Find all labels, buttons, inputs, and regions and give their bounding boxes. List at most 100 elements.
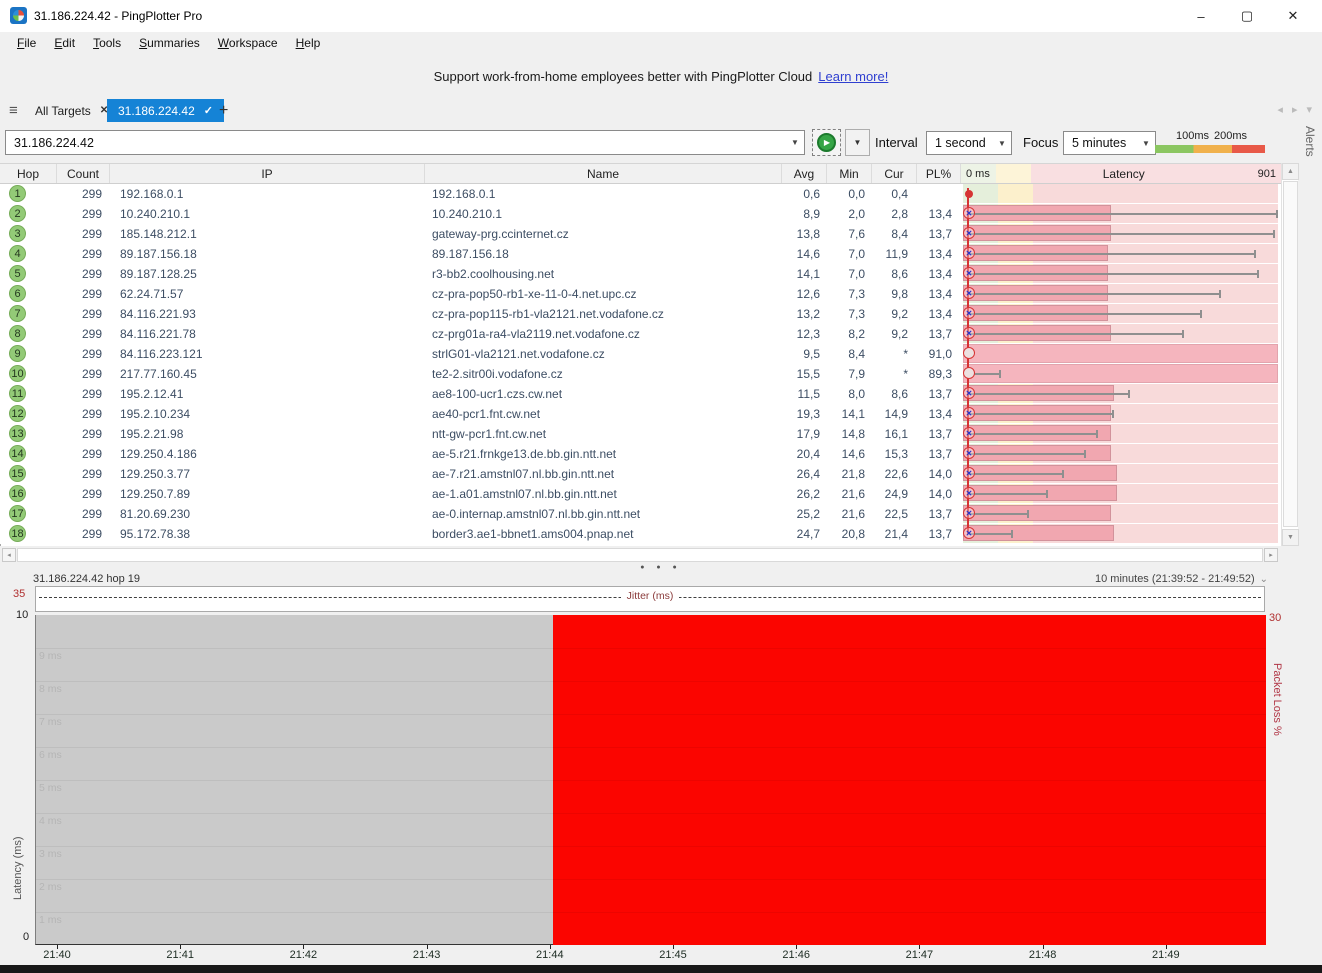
table-row[interactable]: 229910.240.210.110.240.210.18,92,02,813,… xyxy=(0,204,1298,224)
cell-pl: 13,7 xyxy=(902,227,952,241)
interval-value: 1 second xyxy=(927,136,993,150)
hop-badge: 13 xyxy=(9,425,26,442)
column-header-ip[interactable]: IP xyxy=(110,164,425,183)
table-row[interactable]: 10299217.77.160.45te2-2.sitr00i.vodafone… xyxy=(0,364,1298,384)
tab-target-active[interactable]: 31.186.224.42 ✓ xyxy=(107,99,224,122)
cell-pl: 14,0 xyxy=(902,487,952,501)
column-header-min[interactable]: Min xyxy=(827,164,872,183)
table-row[interactable]: 13299195.2.21.98ntt-gw-pcr1.fnt.cw.net17… xyxy=(0,424,1298,444)
latency-graph-cell: ✕ xyxy=(963,404,1278,423)
table-row[interactable]: 529989.187.128.25r3-bb2.coolhousing.net1… xyxy=(0,264,1298,284)
scroll-right-icon[interactable]: ▸ xyxy=(1264,548,1278,562)
toolbar: 31.186.224.42 ▼ ▶ ▼ Interval 1 second ▼ … xyxy=(0,122,1322,163)
menu-item-help[interactable]: Help xyxy=(287,36,330,50)
table-row[interactable]: 629962.24.71.57cz-pra-pop50-rb1-xe-11-0-… xyxy=(0,284,1298,304)
cell-ip: 95.172.78.38 xyxy=(120,527,190,541)
menu-item-file[interactable]: File xyxy=(8,36,45,50)
cell-ip: 10.240.210.1 xyxy=(120,207,190,221)
vertical-scrollbar-thumb[interactable] xyxy=(1283,181,1298,527)
latency-whisker xyxy=(969,253,1256,255)
cell-ip: 129.250.7.89 xyxy=(120,487,190,501)
table-row[interactable]: 3299185.148.212.1gateway-prg.ccinternet.… xyxy=(0,224,1298,244)
minimize-button[interactable]: – xyxy=(1178,0,1224,32)
column-header-count[interactable]: Count xyxy=(57,164,110,183)
latency-timeline-plot[interactable]: 9 ms8 ms7 ms6 ms5 ms4 ms3 ms2 ms1 ms xyxy=(35,615,1265,945)
column-header-cur[interactable]: Cur xyxy=(872,164,917,183)
latency-range-bar xyxy=(963,344,1278,363)
latency-whisker xyxy=(969,313,1202,315)
table-row[interactable]: 929984.116.223.121strlG01-vla2121.net.vo… xyxy=(0,344,1298,364)
maximize-button[interactable]: ▢ xyxy=(1224,0,1270,32)
table-row[interactable]: 1829995.172.78.38border3.ae1-bbnet1.ams0… xyxy=(0,524,1298,544)
hamburger-icon[interactable]: ≡ xyxy=(9,102,18,119)
timegraph-range-label: 10 minutes (21:39:52 - 21:49:52) xyxy=(1095,573,1255,585)
start-trace-button[interactable]: ▶ xyxy=(812,129,841,156)
latency-whisker-end-tick xyxy=(1046,490,1048,498)
column-header-latency[interactable]: 0 ms Latency 901 xyxy=(961,164,1281,183)
cell-avg: 0,6 xyxy=(770,187,820,201)
menu-item-workspace[interactable]: Workspace xyxy=(209,36,287,50)
table-row[interactable]: 15299129.250.3.77ae-7.r21.amstnl07.nl.bb… xyxy=(0,464,1298,484)
hop-badge: 17 xyxy=(9,505,26,522)
close-button[interactable]: ✕ xyxy=(1270,0,1316,32)
column-header-avg[interactable]: Avg xyxy=(782,164,827,183)
tab-scroll-right-icon[interactable]: ▸ xyxy=(1292,103,1298,116)
scroll-left-icon[interactable]: ◂ xyxy=(2,548,16,562)
table-horizontal-scrollbar[interactable]: ◂ ▸ xyxy=(0,547,1322,563)
time-tick-label: 21:45 xyxy=(659,949,687,961)
latency-graph-cell: ✕ xyxy=(963,324,1278,343)
latency-axis-max: 10 xyxy=(16,609,28,621)
menu-item-edit[interactable]: Edit xyxy=(45,36,84,50)
trace-options-dropdown[interactable]: ▼ xyxy=(845,129,870,156)
right-margin xyxy=(1298,163,1322,546)
scroll-up-icon[interactable]: ▲ xyxy=(1282,163,1299,180)
menu-item-summaries[interactable]: Summaries xyxy=(130,36,209,50)
latency-whisker-end-tick xyxy=(1257,270,1259,278)
target-combobox[interactable]: 31.186.224.42 ▼ xyxy=(5,130,805,155)
scroll-down-icon[interactable]: ▼ xyxy=(1282,529,1299,546)
tab-all-targets[interactable]: All Targets ✕ xyxy=(24,99,119,122)
column-header-pl[interactable]: PL% xyxy=(917,164,961,183)
column-header-hop[interactable]: Hop xyxy=(0,164,57,183)
current-latency-marker: ✕ xyxy=(963,307,975,319)
cell-name: strlG01-vla2121.net.vodafone.cz xyxy=(432,347,605,361)
cell-count: 299 xyxy=(40,227,102,241)
table-row[interactable]: 1299192.168.0.1192.168.0.10,60,00,4 xyxy=(0,184,1298,204)
table-row[interactable]: 729984.116.221.93cz-pra-pop115-rb1-vla21… xyxy=(0,304,1298,324)
focus-select[interactable]: 5 minutes ▼ xyxy=(1063,131,1156,155)
latency-graph-cell xyxy=(963,364,1278,383)
table-row[interactable]: 16299129.250.7.89ae-1.a01.amstnl07.nl.bb… xyxy=(0,484,1298,504)
table-vertical-scrollbar[interactable]: ▲ ▼ xyxy=(1281,163,1298,546)
chevron-down-icon[interactable]: ▼ xyxy=(786,138,804,147)
panel-splitter[interactable]: ● ● ● xyxy=(0,563,1322,572)
column-header-name[interactable]: Name xyxy=(425,164,782,183)
add-tab-button[interactable]: + xyxy=(212,99,235,122)
table-row[interactable]: 11299195.2.12.41ae8-100-ucr1.czs.cw.net1… xyxy=(0,384,1298,404)
tab-list-dropdown-icon[interactable]: ▾ xyxy=(1306,103,1312,116)
chevron-down-icon[interactable]: ▼ xyxy=(993,139,1011,148)
table-row[interactable]: 14299129.250.4.186ae-5.r21.frnkge13.de.b… xyxy=(0,444,1298,464)
cell-name: ntt-gw-pcr1.fnt.cw.net xyxy=(432,427,546,441)
alerts-side-tab[interactable]: Alerts xyxy=(1303,126,1317,157)
cell-ip: 192.168.0.1 xyxy=(120,187,183,201)
tab-all-targets-label: All Targets xyxy=(35,104,91,118)
cell-name: ae-5.r21.frnkge13.de.bb.gin.ntt.net xyxy=(432,447,616,461)
table-row[interactable]: 1729981.20.69.230ae-0.internap.amstnl07.… xyxy=(0,504,1298,524)
time-tick-label: 21:44 xyxy=(536,949,564,961)
hop-badge: 14 xyxy=(9,445,26,462)
timegraph-range-selector[interactable]: 10 minutes (21:39:52 - 21:49:52) ⌄ xyxy=(1095,573,1268,585)
latency-whisker xyxy=(969,533,1013,535)
table-row[interactable]: 429989.187.156.1889.187.156.1814,67,011,… xyxy=(0,244,1298,264)
chevron-down-icon[interactable]: ▼ xyxy=(1137,139,1155,148)
table-row[interactable]: 12299195.2.10.234ae40-pcr1.fnt.cw.net19,… xyxy=(0,404,1298,424)
interval-select[interactable]: 1 second ▼ xyxy=(926,131,1012,155)
menu-item-tools[interactable]: Tools xyxy=(84,36,130,50)
plot-gridline xyxy=(36,747,1266,748)
horizontal-scrollbar-thumb[interactable] xyxy=(17,548,1263,562)
latency-whisker-end-tick xyxy=(1182,330,1184,338)
time-tick-label: 21:49 xyxy=(1152,949,1180,961)
table-row[interactable]: 829984.116.221.78cz-prg01a-ra4-vla2119.n… xyxy=(0,324,1298,344)
tab-scroll-left-icon[interactable]: ◂ xyxy=(1277,103,1283,116)
latency-graph-cell: ✕ xyxy=(963,444,1278,463)
banner-link[interactable]: Learn more! xyxy=(818,69,888,84)
